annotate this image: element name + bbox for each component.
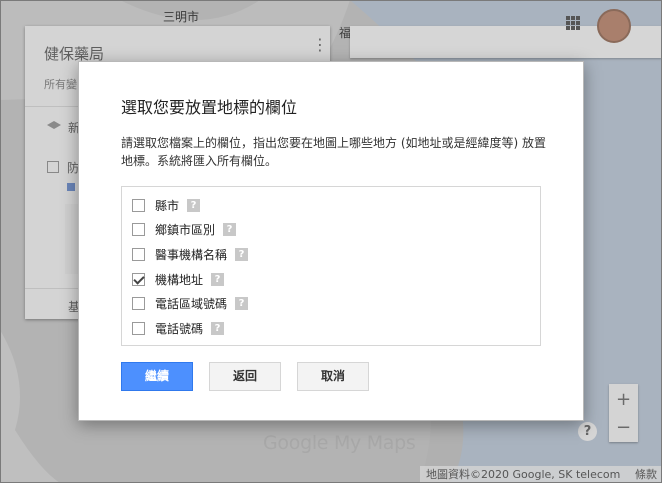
continue-button[interactable]: 繼續: [121, 362, 193, 391]
column-label: 鄉鎮市區別: [155, 222, 216, 237]
column-row[interactable]: 醫事機構名稱 ?: [132, 244, 249, 264]
column-row[interactable]: 電話號碼 ?: [132, 318, 225, 338]
help-icon[interactable]: ?: [211, 272, 225, 286]
column-row[interactable]: 鄉鎮市區別 ?: [132, 219, 237, 239]
dialog-description: 請選取您檔案上的欄位，指出您要在地圖上哪些地方 (如地址或是經緯度等) 放置地標…: [121, 136, 546, 168]
column-label: 縣市: [155, 198, 180, 213]
column-label: 電話號碼: [155, 321, 204, 336]
dialog-title: 選取您要放置地標的欄位: [121, 98, 298, 117]
help-icon[interactable]: ?: [235, 247, 249, 261]
column-checkbox[interactable]: [132, 321, 145, 335]
column-label: 機構地址: [155, 272, 204, 287]
column-row[interactable]: 機構地址 ?: [132, 269, 225, 289]
column-checkbox[interactable]: [132, 222, 145, 236]
column-label: 醫事機構名稱: [155, 247, 228, 262]
help-icon[interactable]: ?: [211, 321, 225, 335]
column-checkbox[interactable]: [132, 247, 145, 261]
back-button[interactable]: 返回: [209, 362, 281, 391]
column-row[interactable]: 電話區域號碼 ?: [132, 293, 249, 313]
help-icon[interactable]: ?: [223, 222, 237, 236]
cancel-button[interactable]: 取消: [297, 362, 369, 391]
column-checkbox-checked[interactable]: [132, 272, 145, 286]
column-row[interactable]: 縣市 ?: [132, 195, 201, 215]
column-label: 電話區域號碼: [155, 296, 228, 311]
help-icon[interactable]: ?: [235, 296, 249, 310]
help-icon[interactable]: ?: [187, 198, 201, 212]
column-list: 縣市 ? 鄉鎮市區別 ? 醫事機構名稱 ? 機構地址 ? 電話區域號碼 ? 電話…: [121, 186, 541, 346]
select-placemark-columns-dialog: 選取您要放置地標的欄位 請選取您檔案上的欄位，指出您要在地圖上哪些地方 (如地址…: [78, 61, 584, 421]
column-checkbox[interactable]: [132, 198, 145, 212]
column-checkbox[interactable]: [132, 296, 145, 310]
